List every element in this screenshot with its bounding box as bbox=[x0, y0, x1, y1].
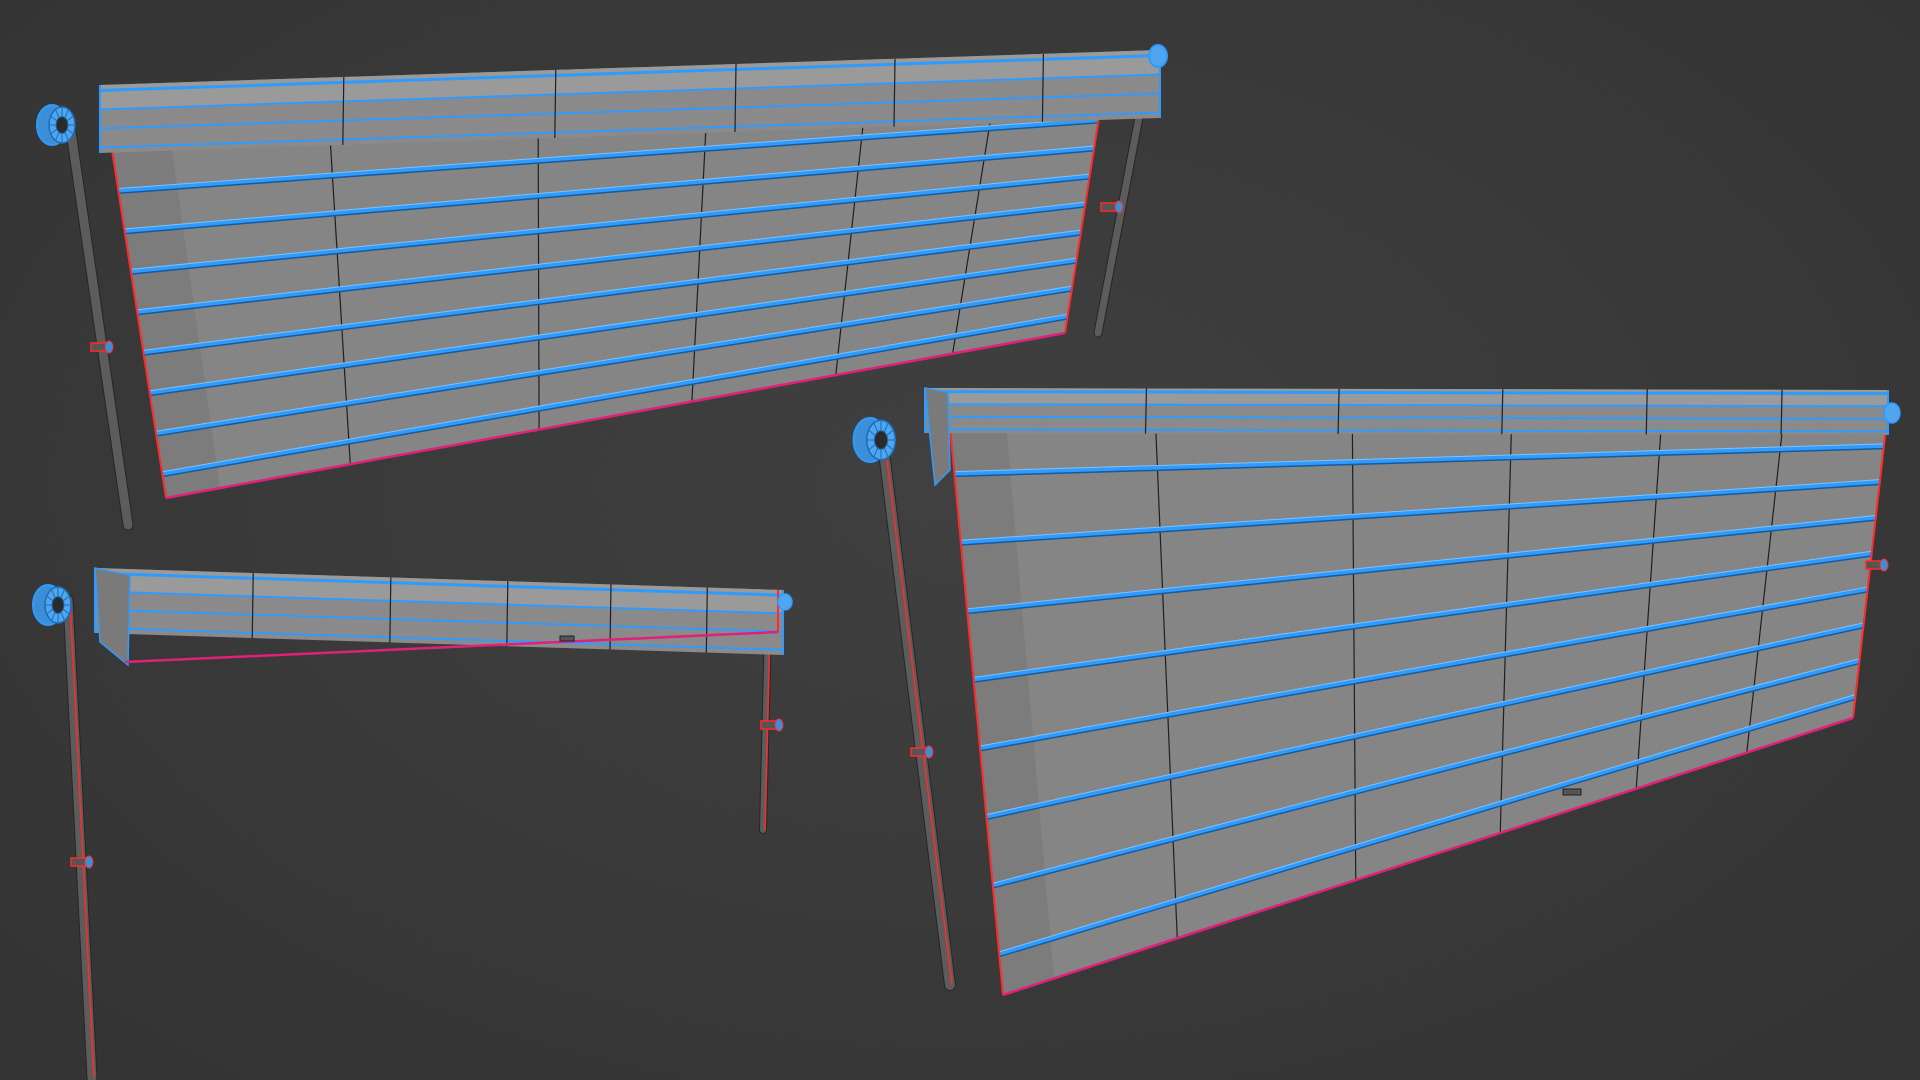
m2-right-rod-clamp-knob bbox=[774, 718, 784, 732]
m3-pull-tab bbox=[1562, 788, 1582, 796]
m2-right-cap bbox=[777, 593, 793, 611]
m1-right-rod-clamp-knob bbox=[1114, 200, 1124, 214]
m3-end-bracket bbox=[924, 387, 951, 487]
m1-right-cap bbox=[1148, 44, 1168, 68]
m3-right-cap bbox=[1883, 402, 1901, 424]
m3-right-edge-clamp-knob bbox=[1879, 558, 1889, 572]
m3-tube-edge bbox=[924, 390, 1889, 396]
model-roller-blind-open-large bbox=[852, 387, 1901, 997]
m3-left-rod bbox=[880, 455, 955, 990]
wireframe-scene bbox=[32, 44, 1901, 1080]
m1-rod-clamp-knob bbox=[104, 340, 114, 354]
m2-rod-clamp-knob bbox=[84, 855, 94, 869]
model-roller-blind-rolled bbox=[32, 567, 793, 1080]
m2-pull-tab bbox=[559, 635, 575, 642]
m3-left-gear-hub bbox=[873, 430, 889, 450]
m1-left-gear-hub bbox=[55, 116, 69, 134]
m2-left-gear-hub bbox=[51, 596, 65, 614]
m2-end-bracket bbox=[94, 567, 131, 667]
m2-left-rod bbox=[63, 595, 97, 1080]
m3-left-rod-edge bbox=[886, 459, 953, 986]
3d-viewport[interactable] bbox=[0, 0, 1920, 1080]
m2-left-rod-edge bbox=[69, 599, 95, 1079]
m3-rod-clamp-knob bbox=[924, 745, 934, 759]
